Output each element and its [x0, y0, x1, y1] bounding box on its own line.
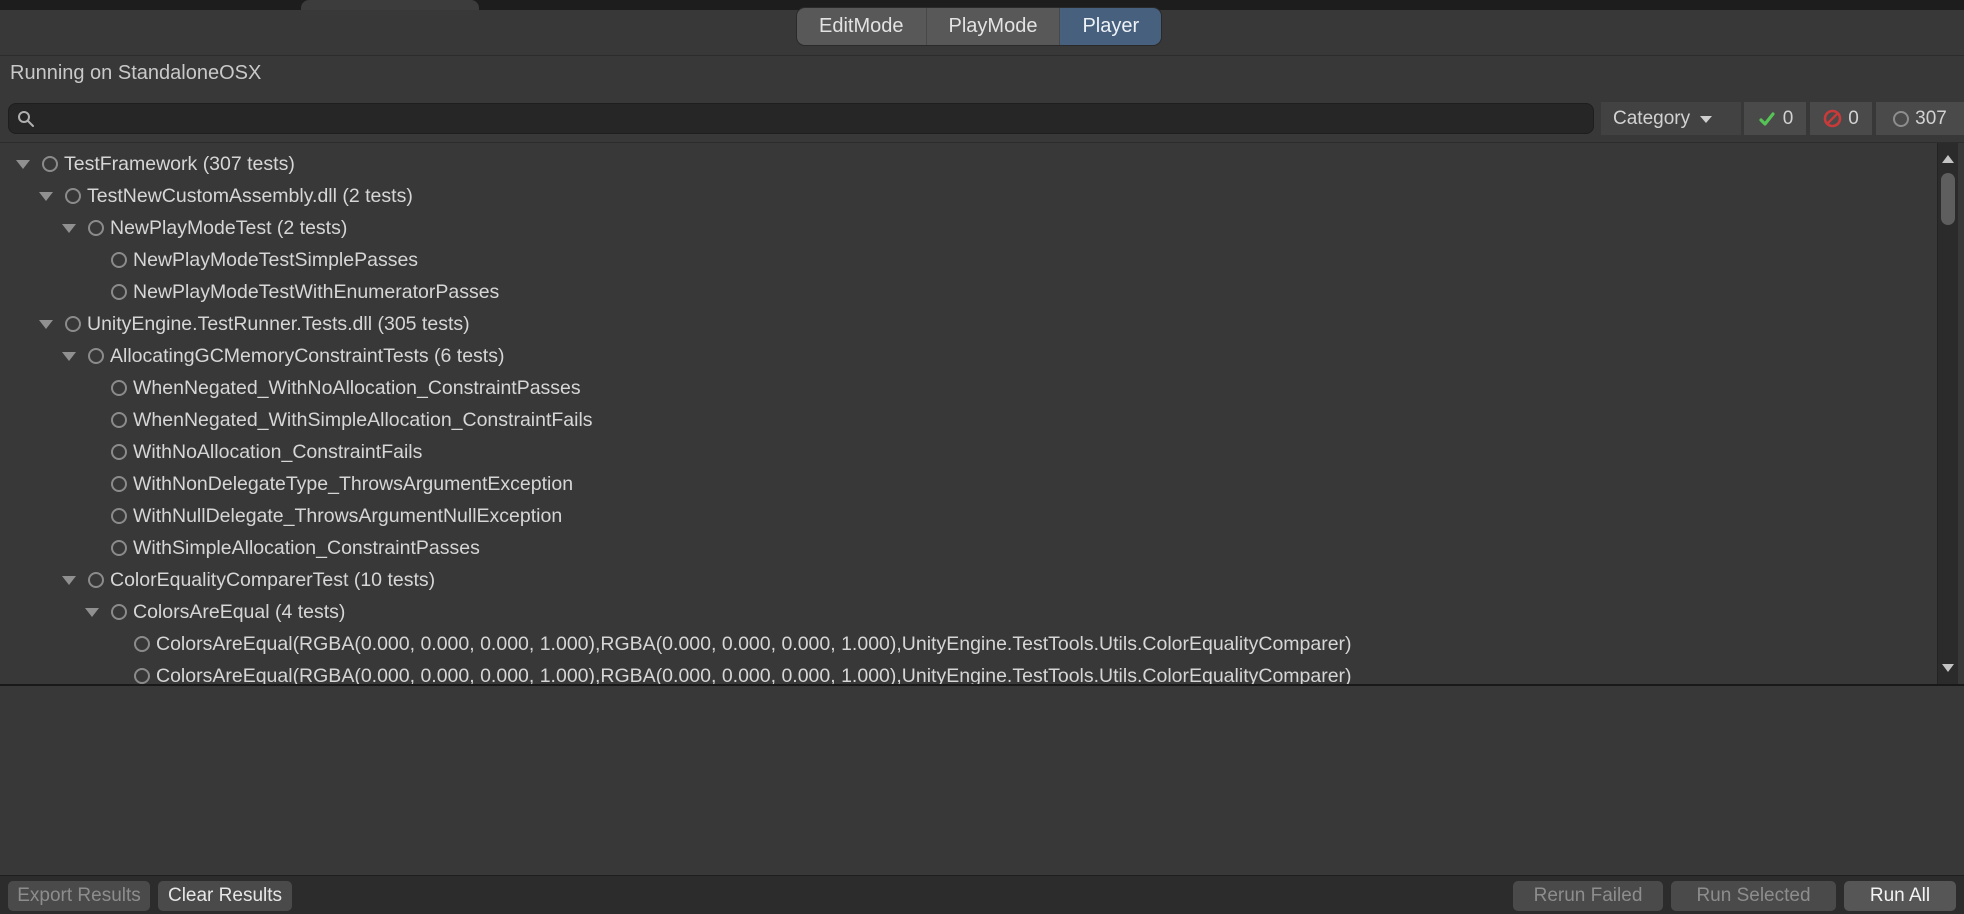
foldout-slot — [39, 192, 65, 201]
test-status-notrun-icon — [42, 156, 58, 172]
test-status-notrun-icon — [65, 316, 81, 332]
tree-row[interactable]: ColorEqualityComparerTest (10 tests) — [0, 564, 1937, 596]
test-label: WhenNegated_WithSimpleAllocation_Constra… — [133, 409, 593, 432]
test-status-notrun-icon — [111, 380, 127, 396]
test-status-notrun-icon — [111, 476, 127, 492]
test-status-notrun-icon — [88, 348, 104, 364]
test-label: TestNewCustomAssembly.dll (2 tests) — [87, 185, 413, 208]
test-status-notrun-icon — [88, 220, 104, 236]
test-status-notrun-icon — [88, 572, 104, 588]
fail-circle-slash-icon — [1823, 109, 1842, 128]
foldout-expanded-triangle-icon[interactable] — [62, 224, 76, 233]
test-status-notrun-icon — [134, 668, 150, 684]
test-label: WithNoAllocation_ConstraintFails — [133, 441, 422, 464]
test-label: ColorsAreEqual(RGBA(0.000, 0.000, 0.000,… — [156, 633, 1352, 656]
foldout-expanded-triangle-icon[interactable] — [39, 192, 53, 201]
test-label: ColorEqualityComparerTest (10 tests) — [110, 569, 435, 592]
foldout-expanded-triangle-icon[interactable] — [62, 352, 76, 361]
test-label: UnityEngine.TestRunner.Tests.dll (305 te… — [87, 313, 470, 336]
test-status-notrun-icon — [111, 540, 127, 556]
tree-row[interactable]: ColorsAreEqual(RGBA(0.000, 0.000, 0.000,… — [0, 628, 1937, 660]
tab-editmode[interactable]: EditMode — [797, 8, 927, 45]
foldout-slot — [16, 160, 42, 169]
vertical-scrollbar[interactable] — [1937, 143, 1958, 684]
tab-player[interactable]: Player — [1060, 8, 1161, 45]
category-dropdown-button[interactable]: Category — [1601, 102, 1741, 135]
test-status-notrun-icon — [111, 252, 127, 268]
tree-row[interactable]: NewPlayModeTestSimplePasses — [0, 244, 1937, 276]
tree-row[interactable]: ColorsAreEqual (4 tests) — [0, 596, 1937, 628]
test-label: NewPlayModeTestWithEnumeratorPasses — [133, 281, 499, 304]
foldout-expanded-triangle-icon[interactable] — [62, 576, 76, 585]
tree-row[interactable]: ColorsAreEqual(RGBA(0.000, 0.000, 0.000,… — [0, 660, 1937, 684]
run-selected-button[interactable]: Run Selected — [1671, 881, 1836, 911]
test-runner-window: EditMode PlayMode Player Running on Stan… — [0, 0, 1964, 914]
foldout-slot — [62, 224, 88, 233]
tree-row[interactable]: TestFramework (307 tests) — [0, 148, 1937, 180]
foldout-slot — [62, 352, 88, 361]
foldout-expanded-triangle-icon[interactable] — [85, 608, 99, 617]
pass-check-icon — [1757, 109, 1777, 129]
notrun-circle-icon — [1893, 111, 1909, 127]
test-status-notrun-icon — [111, 284, 127, 300]
foldout-expanded-triangle-icon[interactable] — [39, 320, 53, 329]
passed-count-toggle[interactable]: 0 — [1744, 102, 1806, 135]
tree-row[interactable]: WithSimpleAllocation_ConstraintPasses — [0, 532, 1937, 564]
tree-row[interactable]: WithNullDelegate_ThrowsArgumentNullExcep… — [0, 500, 1937, 532]
category-label: Category — [1613, 108, 1690, 130]
test-label: WithSimpleAllocation_ConstraintPasses — [133, 537, 480, 560]
running-target-label: Running on StandaloneOSX — [10, 56, 261, 90]
test-status-notrun-icon — [111, 604, 127, 620]
scroll-up-arrow-icon[interactable] — [1942, 155, 1954, 163]
run-all-button[interactable]: Run All — [1844, 881, 1956, 911]
divider — [0, 55, 1964, 56]
rerun-failed-button[interactable]: Rerun Failed — [1513, 881, 1663, 911]
tree-row[interactable]: TestNewCustomAssembly.dll (2 tests) — [0, 180, 1937, 212]
search-input[interactable] — [9, 104, 1593, 133]
chevron-down-icon — [1700, 116, 1712, 123]
test-status-notrun-icon — [111, 412, 127, 428]
foldout-slot — [39, 320, 65, 329]
foldout-expanded-triangle-icon[interactable] — [16, 160, 30, 169]
tree-row[interactable]: NewPlayModeTestWithEnumeratorPasses — [0, 276, 1937, 308]
tree-row[interactable]: AllocatingGCMemoryConstraintTests (6 tes… — [0, 340, 1937, 372]
test-label: WithNullDelegate_ThrowsArgumentNullExcep… — [133, 505, 562, 528]
tree-row[interactable]: NewPlayModeTest (2 tests) — [0, 212, 1937, 244]
test-label: TestFramework (307 tests) — [64, 153, 295, 176]
scroll-down-arrow-icon[interactable] — [1942, 664, 1954, 672]
test-details-pane — [0, 686, 1964, 875]
search-field[interactable] — [8, 103, 1594, 134]
test-label: NewPlayModeTest (2 tests) — [110, 217, 347, 240]
tree-row[interactable]: WithNonDelegateType_ThrowsArgumentExcept… — [0, 468, 1937, 500]
tab-playmode[interactable]: PlayMode — [927, 8, 1061, 45]
foldout-slot — [85, 608, 111, 617]
test-label: AllocatingGCMemoryConstraintTests (6 tes… — [110, 345, 504, 368]
clear-results-button[interactable]: Clear Results — [158, 881, 292, 911]
footer-bar: Export Results Clear Results Rerun Faile… — [0, 875, 1964, 914]
test-label: NewPlayModeTestSimplePasses — [133, 249, 418, 272]
export-results-button[interactable]: Export Results — [8, 881, 150, 911]
foldout-slot — [62, 576, 88, 585]
mode-tab-group: EditMode PlayMode Player — [797, 8, 1161, 45]
notrun-count-toggle[interactable]: 307 — [1876, 102, 1964, 135]
notrun-count: 307 — [1915, 108, 1947, 130]
test-status-notrun-icon — [111, 444, 127, 460]
test-status-notrun-icon — [111, 508, 127, 524]
passed-count: 0 — [1783, 108, 1794, 130]
failed-count-toggle[interactable]: 0 — [1810, 102, 1872, 135]
test-status-notrun-icon — [65, 188, 81, 204]
scrollbar-thumb[interactable] — [1941, 173, 1955, 225]
tree-row[interactable]: WithNoAllocation_ConstraintFails — [0, 436, 1937, 468]
failed-count: 0 — [1848, 108, 1859, 130]
test-tree: TestFramework (307 tests) TestNewCustomAs… — [0, 143, 1937, 684]
docked-window-tab[interactable] — [301, 0, 479, 10]
test-label: WhenNegated_WithNoAllocation_ConstraintP… — [133, 377, 581, 400]
test-label: ColorsAreEqual(RGBA(0.000, 0.000, 0.000,… — [156, 665, 1352, 685]
tree-row[interactable]: UnityEngine.TestRunner.Tests.dll (305 te… — [0, 308, 1937, 340]
test-status-notrun-icon — [134, 636, 150, 652]
tree-row[interactable]: WhenNegated_WithNoAllocation_ConstraintP… — [0, 372, 1937, 404]
test-label: WithNonDelegateType_ThrowsArgumentExcept… — [133, 473, 573, 496]
tree-row[interactable]: WhenNegated_WithSimpleAllocation_Constra… — [0, 404, 1937, 436]
test-label: ColorsAreEqual (4 tests) — [133, 601, 345, 624]
